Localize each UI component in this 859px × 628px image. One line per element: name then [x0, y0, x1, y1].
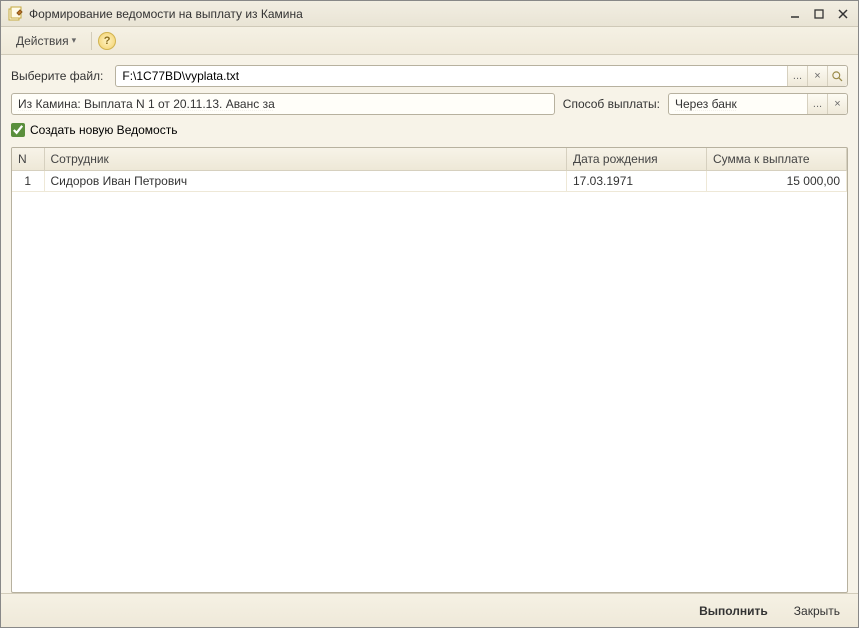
employee-table: N Сотрудник Дата рождения Сумма к выплат…: [12, 148, 847, 192]
maximize-button[interactable]: [810, 6, 828, 22]
app-icon: [7, 6, 23, 22]
file-clear-button[interactable]: ×: [807, 66, 827, 86]
titlebar: Формирование ведомости на выплату из Кам…: [1, 1, 858, 27]
kamin-value: Из Камина: Выплата N 1 от 20.11.13. Аван…: [12, 97, 554, 111]
method-select-button[interactable]: ...: [807, 94, 827, 114]
file-input[interactable]: [116, 66, 787, 86]
minimize-button[interactable]: [786, 6, 804, 22]
toolbar: Действия ▾ ?: [1, 27, 858, 55]
col-header-n[interactable]: N: [12, 148, 44, 171]
kamin-field[interactable]: Из Камина: Выплата N 1 от 20.11.13. Аван…: [11, 93, 555, 115]
method-field[interactable]: Через банк ... ×: [668, 93, 848, 115]
create-new-row: Создать новую Ведомость: [11, 123, 848, 137]
window: Формирование ведомости на выплату из Кам…: [0, 0, 859, 628]
create-new-label: Создать новую Ведомость: [30, 123, 177, 137]
help-icon[interactable]: ?: [98, 32, 116, 50]
file-select-button[interactable]: ...: [787, 66, 807, 86]
close-button[interactable]: [834, 6, 852, 22]
content: Выберите файл: ... × Из Камина: Выплата …: [1, 55, 858, 593]
file-input-wrap: ... ×: [115, 65, 848, 87]
chevron-down-icon: ▾: [72, 35, 77, 46]
cell-n: 1: [12, 171, 44, 192]
col-header-employee[interactable]: Сотрудник: [44, 148, 567, 171]
create-new-checkbox[interactable]: [11, 123, 25, 137]
table-row[interactable]: 1 Сидоров Иван Петрович 17.03.1971 15 00…: [12, 171, 847, 192]
table-container: N Сотрудник Дата рождения Сумма к выплат…: [11, 147, 848, 593]
col-header-dob[interactable]: Дата рождения: [567, 148, 707, 171]
search-icon[interactable]: [827, 66, 847, 86]
execute-button[interactable]: Выполнить: [693, 600, 774, 622]
window-title: Формирование ведомости на выплату из Кам…: [29, 7, 786, 21]
method-clear-button[interactable]: ×: [827, 94, 847, 114]
cell-sum: 15 000,00: [707, 171, 847, 192]
kamin-row: Из Камина: Выплата N 1 от 20.11.13. Аван…: [11, 93, 848, 115]
footer: Выполнить Закрыть: [1, 593, 858, 627]
file-row: Выберите файл: ... ×: [11, 65, 848, 87]
actions-menu[interactable]: Действия ▾: [7, 30, 85, 52]
close-link[interactable]: Закрыть: [788, 600, 846, 622]
method-value: Через банк: [669, 97, 807, 111]
actions-menu-label: Действия: [16, 34, 69, 48]
cell-employee: Сидоров Иван Петрович: [44, 171, 567, 192]
method-label: Способ выплаты:: [563, 97, 660, 111]
cell-dob: 17.03.1971: [567, 171, 707, 192]
table-header-row: N Сотрудник Дата рождения Сумма к выплат…: [12, 148, 847, 171]
toolbar-divider: [91, 32, 92, 50]
col-header-sum[interactable]: Сумма к выплате: [707, 148, 847, 171]
file-label: Выберите файл:: [11, 69, 103, 83]
window-controls: [786, 6, 852, 22]
